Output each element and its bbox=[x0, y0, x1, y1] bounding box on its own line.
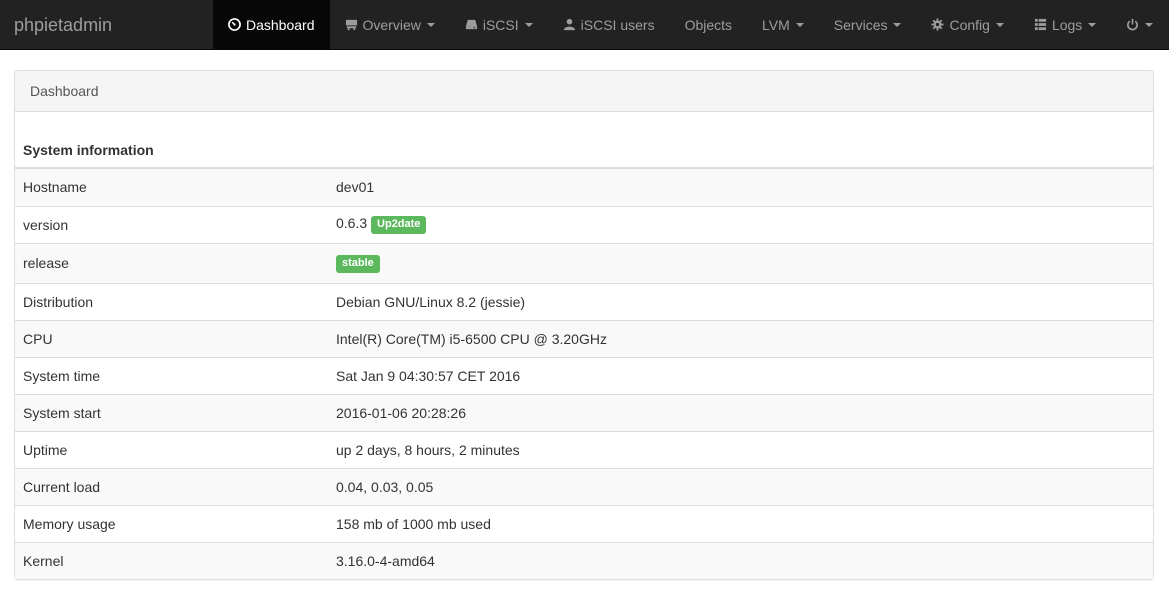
gear-icon bbox=[931, 17, 945, 31]
row-value-cell: 0.6.3 Up2date bbox=[328, 205, 1153, 243]
row-value: 0.04, 0.03, 0.05 bbox=[328, 467, 1153, 505]
nav-objects[interactable]: Objects bbox=[670, 0, 747, 50]
table-row: Current load 0.04, 0.03, 0.05 bbox=[15, 467, 1153, 505]
nav-power[interactable] bbox=[1111, 0, 1168, 50]
table-row: System start 2016-01-06 20:28:26 bbox=[15, 393, 1153, 431]
nav-overview-label: Overview bbox=[362, 17, 421, 33]
main-nav: Dashboard Overview iSCSI iSCSI users Obj… bbox=[213, 0, 1168, 50]
nav-dashboard-label: Dashboard bbox=[246, 17, 315, 33]
row-key: release bbox=[15, 242, 328, 283]
row-key: Distribution bbox=[15, 282, 328, 320]
nav-lvm[interactable]: LVM bbox=[747, 0, 819, 50]
top-navbar: phpietadmin Dashboard Overview iSCSI iSC… bbox=[0, 0, 1169, 50]
caret-down-icon bbox=[795, 23, 804, 27]
status-badge: Up2date bbox=[371, 216, 427, 234]
nav-logs-label: Logs bbox=[1051, 17, 1083, 33]
list-icon bbox=[1034, 18, 1047, 31]
caret-down-icon bbox=[893, 23, 902, 27]
row-value: Intel(R) Core(TM) i5-6500 CPU @ 3.20GHz bbox=[328, 319, 1153, 357]
row-key: System time bbox=[15, 356, 328, 394]
nav-services[interactable]: Services bbox=[819, 0, 917, 50]
nav-iscsi[interactable]: iSCSI bbox=[450, 0, 548, 50]
status-badge: stable bbox=[336, 254, 380, 273]
row-value: up 2 days, 8 hours, 2 minutes bbox=[328, 430, 1153, 468]
nav-iscsi-users[interactable]: iSCSI users bbox=[548, 0, 670, 50]
row-value: dev01 bbox=[328, 169, 1153, 206]
table-row: System time Sat Jan 9 04:30:57 CET 2016 bbox=[15, 356, 1153, 394]
hdd-icon bbox=[345, 18, 358, 31]
row-value: Debian GNU/Linux 8.2 (jessie) bbox=[328, 282, 1153, 320]
system-info-table: Hostname dev01 version 0.6.3 Up2date rel… bbox=[15, 169, 1153, 579]
row-value: 0.6.3 bbox=[336, 215, 368, 231]
table-row: release stable bbox=[15, 242, 1153, 283]
table-row: CPU Intel(R) Core(TM) i5-6500 CPU @ 3.20… bbox=[15, 319, 1153, 357]
row-value: 2016-01-06 20:28:26 bbox=[328, 393, 1153, 431]
dashboard-icon bbox=[228, 17, 241, 31]
nav-objects-label: Objects bbox=[684, 17, 733, 33]
user-icon bbox=[563, 18, 576, 31]
caret-down-icon bbox=[1145, 23, 1154, 27]
row-value: 158 mb of 1000 mb used bbox=[328, 504, 1153, 542]
table-row: Memory usage 158 mb of 1000 mb used bbox=[15, 504, 1153, 542]
nav-overview[interactable]: Overview bbox=[330, 0, 450, 50]
section-title: System information bbox=[15, 112, 1153, 169]
brand-link[interactable]: phpietadmin bbox=[14, 0, 112, 50]
row-value-cell: stable bbox=[328, 242, 1153, 283]
caret-down-icon bbox=[995, 23, 1004, 27]
power-icon bbox=[1126, 18, 1139, 31]
row-value: Sat Jan 9 04:30:57 CET 2016 bbox=[328, 356, 1153, 394]
row-key: CPU bbox=[15, 319, 328, 357]
nav-iscsi-label: iSCSI bbox=[482, 17, 519, 33]
table-row: Hostname dev01 bbox=[15, 169, 1153, 206]
row-key: Memory usage bbox=[15, 504, 328, 542]
table-row: version 0.6.3 Up2date bbox=[15, 205, 1153, 243]
nav-services-label: Services bbox=[833, 17, 888, 33]
caret-down-icon bbox=[426, 23, 435, 27]
row-key: Uptime bbox=[15, 430, 328, 468]
row-key: System start bbox=[15, 393, 328, 431]
nav-iscsi-users-label: iSCSI users bbox=[580, 17, 655, 33]
row-key: Kernel bbox=[15, 541, 328, 579]
nav-config[interactable]: Config bbox=[916, 0, 1018, 50]
row-value: 3.16.0-4-amd64 bbox=[328, 541, 1153, 579]
caret-down-icon bbox=[524, 23, 533, 27]
nav-lvm-label: LVM bbox=[762, 17, 790, 33]
nav-dashboard[interactable]: Dashboard bbox=[213, 0, 330, 50]
row-key: Current load bbox=[15, 467, 328, 505]
table-row: Uptime up 2 days, 8 hours, 2 minutes bbox=[15, 430, 1153, 468]
panel-heading: Dashboard bbox=[15, 71, 1153, 112]
table-row: Kernel 3.16.0-4-amd64 bbox=[15, 541, 1153, 579]
drive-icon bbox=[465, 18, 478, 31]
table-row: Distribution Debian GNU/Linux 8.2 (jessi… bbox=[15, 282, 1153, 320]
dashboard-panel: Dashboard System information Hostname de… bbox=[14, 70, 1154, 580]
caret-down-icon bbox=[1088, 23, 1097, 27]
row-key: version bbox=[15, 205, 328, 243]
row-key: Hostname bbox=[15, 169, 328, 206]
nav-config-label: Config bbox=[949, 17, 990, 33]
nav-logs[interactable]: Logs bbox=[1019, 0, 1111, 50]
